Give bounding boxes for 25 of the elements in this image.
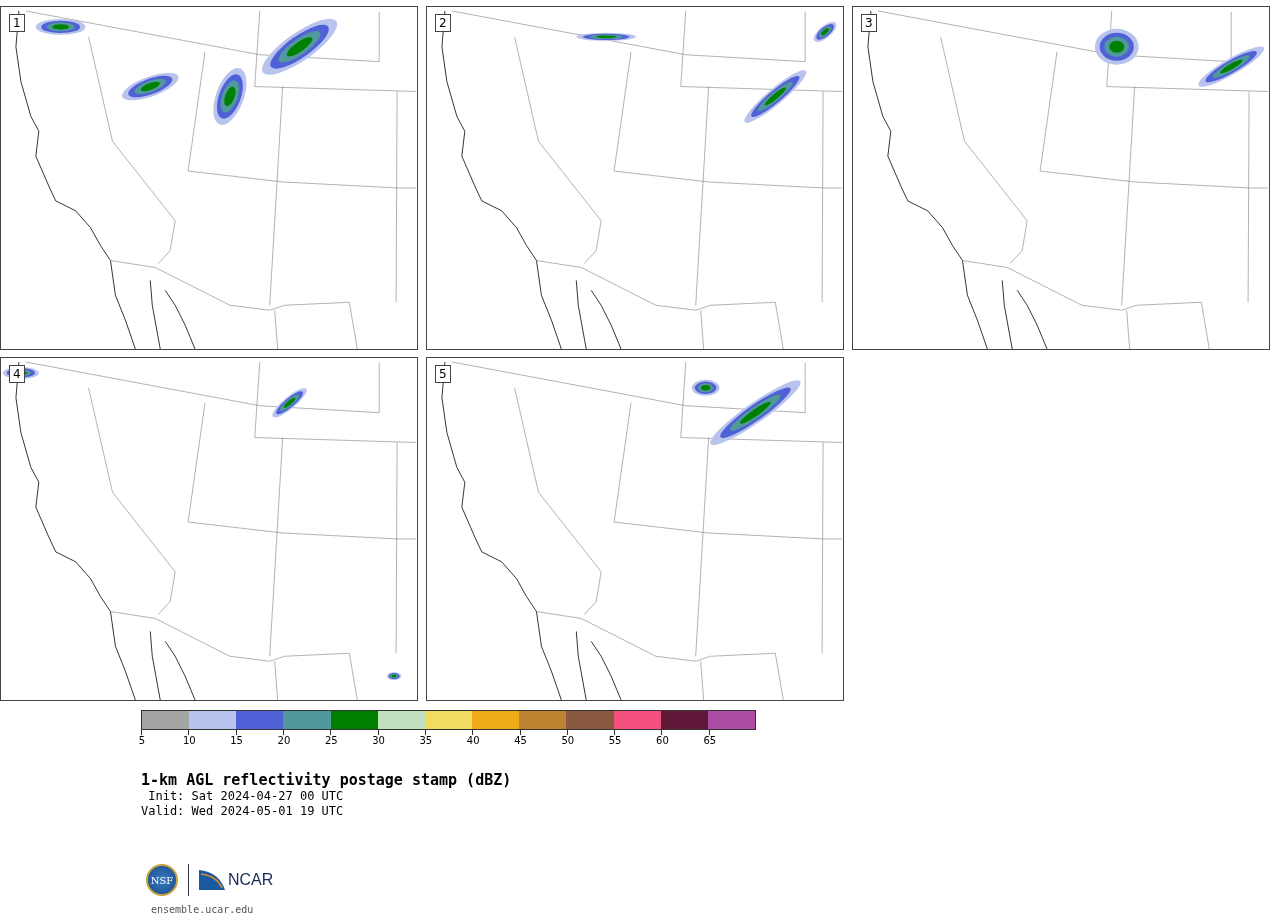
tick-label: 30 [372, 735, 385, 746]
tick-label: 15 [230, 735, 243, 746]
arc-icon [199, 870, 225, 890]
valid-time: Valid: Wed 2024-05-01 19 UTC [141, 804, 344, 819]
tick-label: 25 [324, 735, 338, 746]
tick-label: 5 [138, 735, 146, 746]
ncar-logo: NCAR [228, 871, 274, 889]
panel-number: 5 [435, 365, 451, 383]
tick-label: 10 [182, 735, 196, 746]
panel-number: 2 [435, 14, 451, 32]
init-time: Init: Sat 2024-04-27 00 UTC [147, 789, 344, 804]
tick-label: 50 [561, 735, 575, 746]
tick-label: 40 [466, 735, 480, 746]
tick-label: 45 [514, 735, 527, 746]
tick-label: 60 [656, 735, 669, 746]
panel-number: 4 [9, 365, 25, 383]
website-url: ensemble.ucar.edu [151, 904, 254, 915]
chart-title: 1-km AGL reflectivity postage stamp (dBZ) [141, 771, 512, 789]
nsf-logo: NSF [146, 864, 178, 896]
tick-label: 55 [608, 735, 622, 746]
panel-number: 3 [861, 14, 877, 32]
tick-label: 35 [419, 735, 433, 746]
panel-number: 1 [9, 14, 25, 32]
tick-label: 65 [703, 735, 717, 746]
tick-label: 20 [277, 735, 291, 746]
